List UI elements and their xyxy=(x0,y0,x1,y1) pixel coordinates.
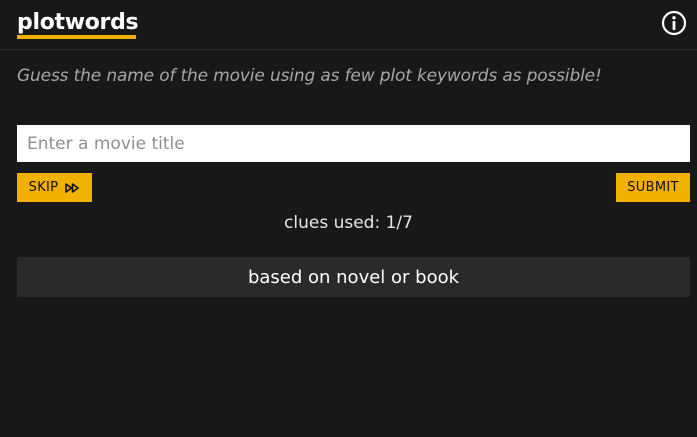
logo-underline xyxy=(17,35,136,39)
fast-forward-icon xyxy=(65,182,80,193)
clues-used-counter: clues used: 1/7 xyxy=(284,213,413,233)
skip-button[interactable]: SKIP xyxy=(17,173,92,202)
movie-title-input[interactable] xyxy=(17,125,690,162)
info-button[interactable] xyxy=(660,9,688,37)
clue-item: based on novel or book xyxy=(17,257,690,297)
submit-button[interactable]: SUBMIT xyxy=(616,173,690,202)
app-header: plotwords xyxy=(0,0,697,50)
skip-button-label: SKIP xyxy=(28,180,59,195)
app-root: plotwords Guess the name of the movie us… xyxy=(0,0,697,437)
app-logo[interactable]: plotwords xyxy=(17,9,139,37)
clue-text: based on novel or book xyxy=(247,266,460,288)
submit-button-label: SUBMIT xyxy=(627,180,679,195)
clue-list: based on novel or book xyxy=(17,257,690,297)
info-circle-icon xyxy=(661,10,687,36)
tagline: Guess the name of the movie using as few… xyxy=(17,66,602,86)
